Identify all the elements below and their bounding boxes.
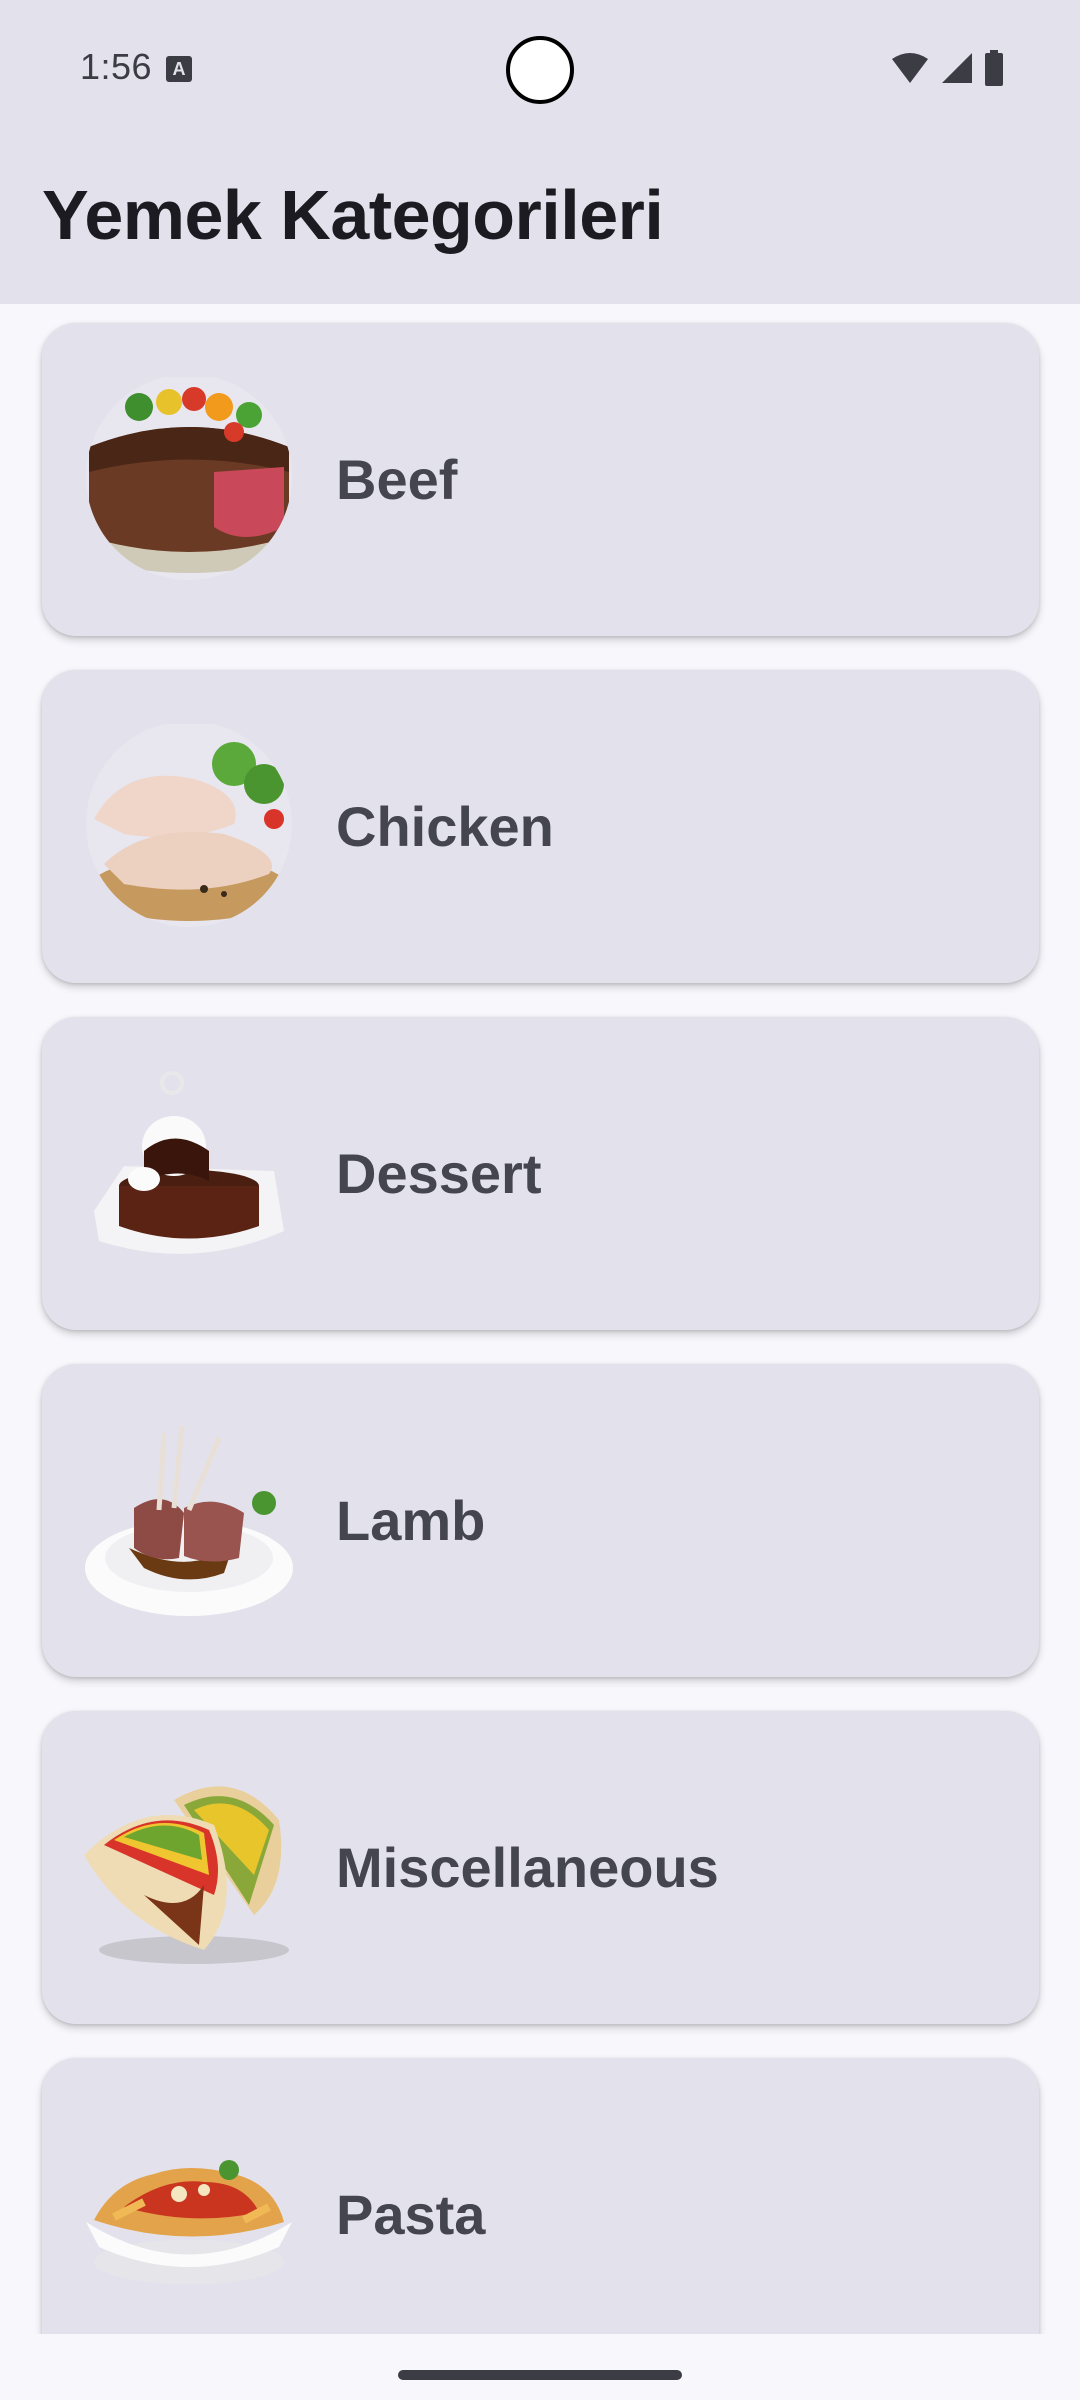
chicken-image xyxy=(86,724,292,927)
wifi-icon xyxy=(892,53,928,83)
status-bar: 1:56 A xyxy=(0,0,1080,135)
page-title: Yemek Kategorileri xyxy=(42,176,664,254)
beef-image xyxy=(86,377,292,580)
battery-icon xyxy=(985,50,1003,86)
category-label: Dessert xyxy=(336,1142,542,1205)
category-label: Beef xyxy=(336,448,458,511)
home-indicator[interactable] xyxy=(398,2370,682,2380)
app-bar: Yemek Kategorileri xyxy=(0,135,1080,304)
signal-icon xyxy=(942,53,972,83)
status-icons xyxy=(890,50,1004,86)
category-label: Chicken xyxy=(336,795,554,858)
category-label: Pasta xyxy=(336,2183,486,2246)
app-screen: 1:56 A Yemek Kategorileri Beef Chicken D… xyxy=(0,0,1080,2400)
lamb-image xyxy=(85,1425,293,1616)
category-card-pasta[interactable]: Pasta xyxy=(42,2058,1039,2334)
dessert-image xyxy=(94,1071,284,1254)
a-icon: A xyxy=(166,56,192,82)
category-label: Lamb xyxy=(336,1489,486,1552)
category-card-dessert[interactable]: Dessert xyxy=(42,1017,1039,1330)
category-list[interactable]: Beef Chicken Dessert Lamb Miscellaneous … xyxy=(0,304,1080,2334)
camera-cutout xyxy=(506,36,574,104)
category-card-chicken[interactable]: Chicken xyxy=(42,670,1039,983)
category-card-beef[interactable]: Beef xyxy=(42,323,1039,636)
category-card-miscellaneous[interactable]: Miscellaneous xyxy=(42,1711,1039,2024)
pasta-image xyxy=(86,2160,292,2284)
category-label: Miscellaneous xyxy=(336,1836,719,1899)
status-time: 1:56 xyxy=(80,46,153,87)
miscellaneous-image xyxy=(84,1786,289,1964)
navigation-bar xyxy=(0,2334,1080,2400)
category-card-lamb[interactable]: Lamb xyxy=(42,1364,1039,1677)
